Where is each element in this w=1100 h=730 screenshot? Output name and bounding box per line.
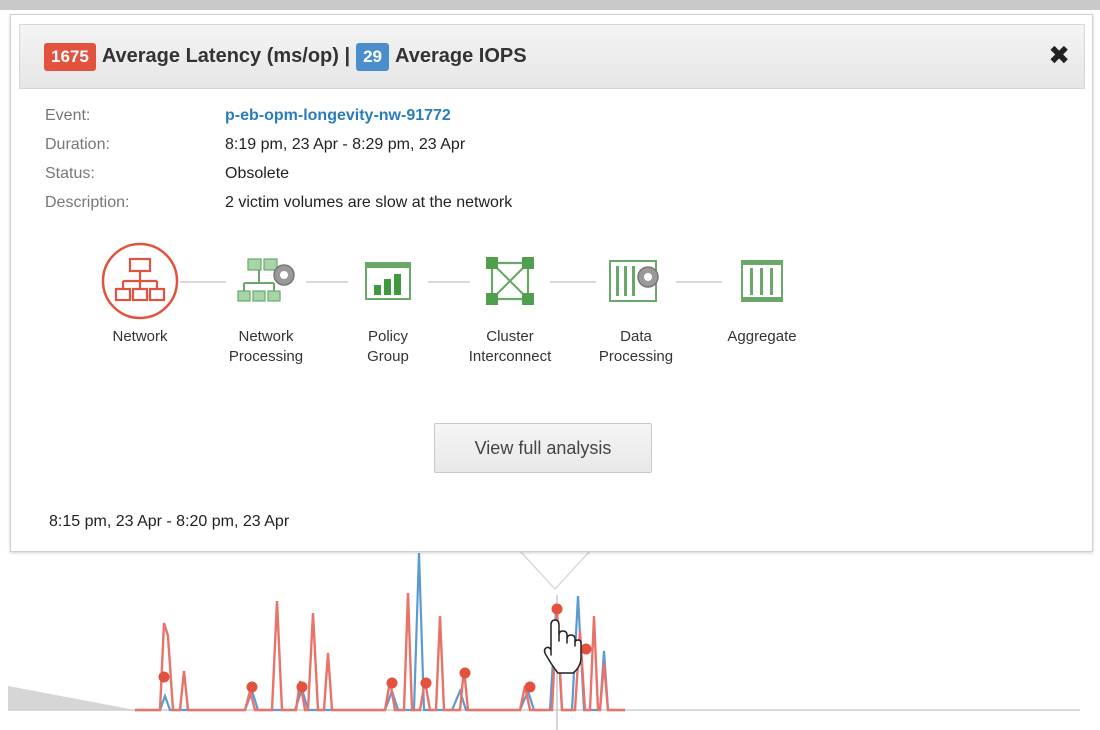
view-full-analysis-button[interactable]: View full analysis	[434, 423, 652, 473]
component-cluster-interconnect[interactable]: Cluster Interconnect	[445, 241, 575, 367]
component-label: Cluster Interconnect	[468, 328, 552, 365]
event-marker	[158, 671, 170, 683]
data-processing-icon	[596, 241, 676, 321]
policy-group-icon	[348, 241, 428, 321]
component-network[interactable]: Network	[75, 241, 205, 347]
duration-value: 8:19 pm, 23 Apr - 8:29 pm, 23 Apr	[225, 136, 466, 153]
event-marker	[524, 681, 536, 693]
top-border	[0, 0, 1100, 10]
event-marker	[246, 681, 258, 693]
cluster-interconnect-icon	[470, 241, 550, 321]
description-label: Description:	[45, 194, 130, 211]
time-range-label: 8:15 pm, 23 Apr - 8:20 pm, 23 Apr	[49, 513, 290, 530]
iops-badge: 29	[356, 42, 390, 71]
status-value: Obsolete	[225, 165, 290, 182]
cluster-components: Network Network Processing Policy Group …	[75, 241, 835, 381]
iops-label: Average IOPS	[395, 45, 527, 67]
network-processing-icon	[226, 241, 306, 321]
event-marker	[551, 603, 563, 615]
event-marker	[420, 677, 432, 689]
status-label: Status:	[45, 165, 95, 182]
component-data-processing[interactable]: Data Processing	[571, 241, 701, 367]
description-value: 2 victim volumes are slow at the network	[225, 194, 513, 211]
component-label: Policy Group	[367, 328, 409, 365]
event-details-popup: 1675 Average Latency (ms/op) | 29 Averag…	[10, 14, 1093, 552]
network-icon	[100, 241, 180, 321]
chart-baseline-area	[8, 686, 135, 710]
latency-event-markers	[158, 603, 592, 693]
component-label: Network	[112, 328, 168, 345]
event-label: Event:	[45, 107, 91, 124]
latency-badge: 1675	[44, 42, 96, 71]
latency-iops-chart[interactable]	[0, 551, 1100, 730]
component-label: Network Processing	[228, 328, 304, 365]
component-policy-group[interactable]: Policy Group	[323, 241, 453, 367]
duration-label: Duration:	[45, 136, 110, 153]
event-link[interactable]: p-eb-opm-longevity-nw-91772	[225, 107, 451, 125]
component-label: Aggregate	[727, 328, 797, 345]
latency-chart-screen: 1675 Average Latency (ms/op) | 29 Averag…	[0, 0, 1100, 730]
component-label: Data Processing	[598, 328, 674, 365]
event-marker	[386, 677, 398, 689]
popup-pointer	[519, 551, 591, 590]
event-marker	[580, 643, 592, 655]
component-aggregate[interactable]: Aggregate	[697, 241, 827, 347]
event-marker	[459, 667, 471, 679]
aggregate-icon	[722, 241, 802, 321]
component-network-processing[interactable]: Network Processing	[201, 241, 331, 367]
popup-header: 1675 Average Latency (ms/op) | 29 Averag…	[19, 24, 1085, 89]
close-icon[interactable]: ✖	[1048, 42, 1070, 68]
latency-label: Average Latency (ms/op) |	[101, 45, 351, 67]
event-marker	[296, 681, 308, 693]
